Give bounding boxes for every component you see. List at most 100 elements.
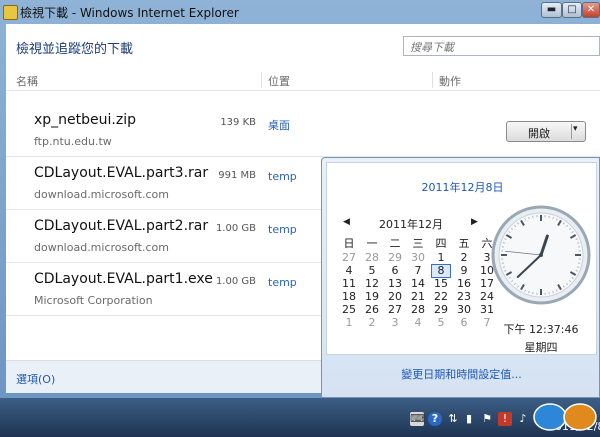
weekday-header: 三 (412, 237, 424, 250)
calendar-day[interactable]: 27 (339, 251, 359, 265)
column-divider[interactable] (261, 72, 262, 88)
help-icon[interactable]: ? (428, 412, 442, 426)
calendar-day[interactable]: 22 (431, 290, 451, 304)
search-box[interactable] (403, 36, 600, 56)
calendar-day[interactable]: 14 (408, 277, 428, 291)
calendar-day[interactable]: 29 (385, 251, 405, 265)
prev-month-icon[interactable]: ◀ (343, 217, 350, 227)
calendar-day[interactable]: 25 (339, 303, 359, 317)
file-name: CDLayout.EVAL.part3.rar (34, 165, 209, 181)
calendar-day[interactable]: 5 (431, 316, 451, 330)
keyboard-icon[interactable]: ⌨ (410, 412, 426, 426)
calendar-day[interactable]: 4 (339, 264, 359, 278)
weekday-header: 四 (435, 237, 447, 250)
file-source: download.microsoft.com (34, 188, 169, 201)
calendar-day[interactable]: 6 (385, 264, 405, 278)
window-title: 檢視下載 - Windows Internet Explorer (20, 6, 239, 20)
column-action[interactable]: 動作 (439, 73, 461, 89)
dropdown-arrow-icon[interactable]: ▾ (573, 124, 578, 134)
calendar-day[interactable]: 28 (362, 251, 382, 265)
next-month-icon[interactable]: ▶ (471, 217, 478, 227)
minimize-button[interactable]: ▬ (541, 2, 562, 18)
search-input[interactable] (408, 38, 582, 56)
clock-center (539, 253, 543, 257)
file-name: CDLayout.EVAL.part1.exe (34, 271, 213, 287)
sync-arrows-icon[interactable]: ⇅ (446, 412, 460, 426)
calendar-day[interactable]: 1 (431, 251, 451, 265)
file-location-link[interactable]: 桌面 (268, 117, 290, 133)
close-button[interactable]: ✕ (582, 2, 600, 18)
file-location-link[interactable]: temp (268, 170, 297, 183)
calendar-day[interactable]: 3 (385, 316, 405, 330)
calendar-day[interactable]: 6 (454, 316, 474, 330)
file-size: 1.00 GB (215, 223, 256, 234)
calendar-day[interactable]: 5 (362, 264, 382, 278)
calendar-day[interactable]: 19 (362, 290, 382, 304)
calendar-day[interactable]: 27 (385, 303, 405, 317)
maximize-button[interactable]: □ (562, 2, 582, 18)
file-source: Microsoft Corporation (34, 294, 153, 307)
file-size: 1.00 GB (215, 276, 256, 287)
weekday-label: 星期四 (524, 341, 558, 354)
file-location-link[interactable]: temp (268, 223, 297, 236)
file-name: xp_netbeui.zip (34, 112, 136, 128)
column-location[interactable]: 位置 (268, 73, 290, 89)
calendar-day[interactable]: 28 (408, 303, 428, 317)
calendar-day[interactable]: 12 (362, 277, 382, 291)
full-date-link[interactable]: 2011年12月8日 (327, 179, 598, 195)
calendar-day[interactable]: 13 (385, 277, 405, 291)
calendar-day[interactable]: 21 (408, 290, 428, 304)
calendar-day[interactable]: 15 (431, 277, 451, 291)
page-title: 檢視並追蹤您的下載 (16, 42, 134, 57)
weekday-header: 一 (366, 237, 378, 250)
file-location-link[interactable]: temp (268, 276, 297, 289)
calendar-day[interactable]: 2 (362, 316, 382, 330)
analog-clock (491, 205, 591, 305)
column-name[interactable]: 名稱 (16, 73, 38, 89)
calendar-month-title[interactable]: 2011年12月 (353, 216, 469, 232)
calendar-day[interactable]: 7 (408, 264, 428, 278)
calendar-day[interactable]: 8 (431, 264, 451, 278)
taskbar: ⌨ ? ⇅ ▮ ⚑ ! ♪ 2011/12/8 (0, 398, 600, 437)
calendar-day[interactable]: 16 (454, 277, 474, 291)
downloads-app-icon (3, 5, 18, 20)
calendar-day[interactable]: 9 (454, 264, 474, 278)
calendar-day[interactable]: 26 (362, 303, 382, 317)
network-icon[interactable]: ▮ (462, 412, 476, 426)
file-size: 991 MB (218, 170, 256, 181)
change-datetime-link[interactable]: 變更日期和時間設定值... (322, 366, 600, 382)
volume-icon[interactable]: ♪ (516, 412, 530, 426)
calendar-day[interactable]: 18 (339, 290, 359, 304)
action-center-flag-icon[interactable]: ⚑ (480, 412, 494, 426)
security-icon[interactable]: ! (498, 412, 512, 426)
file-name: CDLayout.EVAL.part2.rar (34, 218, 209, 234)
file-source: download.microsoft.com (34, 241, 169, 254)
clock-flyout: 2011年12月8日 ◀ 2011年12月 ▶ 日一二三四五六 27 28 29 30 1… (321, 157, 600, 398)
weekday-header: 二 (389, 237, 401, 250)
column-divider[interactable] (432, 72, 433, 88)
calendar-day[interactable]: 30 (454, 303, 474, 317)
title-bar[interactable]: 檢視下載 - Windows Internet Explorer ▬ □ ✕ (0, 0, 600, 24)
weekday-header: 日 (343, 237, 355, 250)
calendar-day[interactable]: 20 (385, 290, 405, 304)
weekday-header: 五 (458, 237, 470, 250)
calendar-day[interactable]: 31 (477, 303, 497, 317)
calendar-day[interactable]: 30 (408, 251, 428, 265)
open-button-label[interactable]: 開啟 (507, 125, 571, 141)
calendar-day[interactable]: 1 (339, 316, 359, 330)
options-link[interactable]: 選項(O) (16, 371, 55, 387)
file-size: 139 KB (220, 117, 256, 128)
digital-time: 下午 12:37:46 (503, 323, 579, 336)
open-split-button[interactable]: 開啟 ▾ (506, 121, 586, 142)
calendar-clock-area: 2011年12月8日 ◀ 2011年12月 ▶ 日一二三四五六 27 28 29 30 1… (326, 162, 597, 355)
split-divider (571, 124, 572, 139)
ithome-watermark-logo (533, 403, 597, 431)
download-row[interactable]: xp_netbeui.zip ftp.ntu.edu.tw 139 KB 桌面 … (6, 104, 600, 157)
file-source: ftp.ntu.edu.tw (34, 135, 112, 148)
column-header: 名稱 位置 動作 (6, 70, 600, 91)
calendar-day[interactable]: 23 (454, 290, 474, 304)
calendar-day[interactable]: 4 (408, 316, 428, 330)
calendar-day[interactable]: 11 (339, 277, 359, 291)
calendar-day[interactable]: 29 (431, 303, 451, 317)
calendar-day[interactable]: 2 (454, 251, 474, 265)
